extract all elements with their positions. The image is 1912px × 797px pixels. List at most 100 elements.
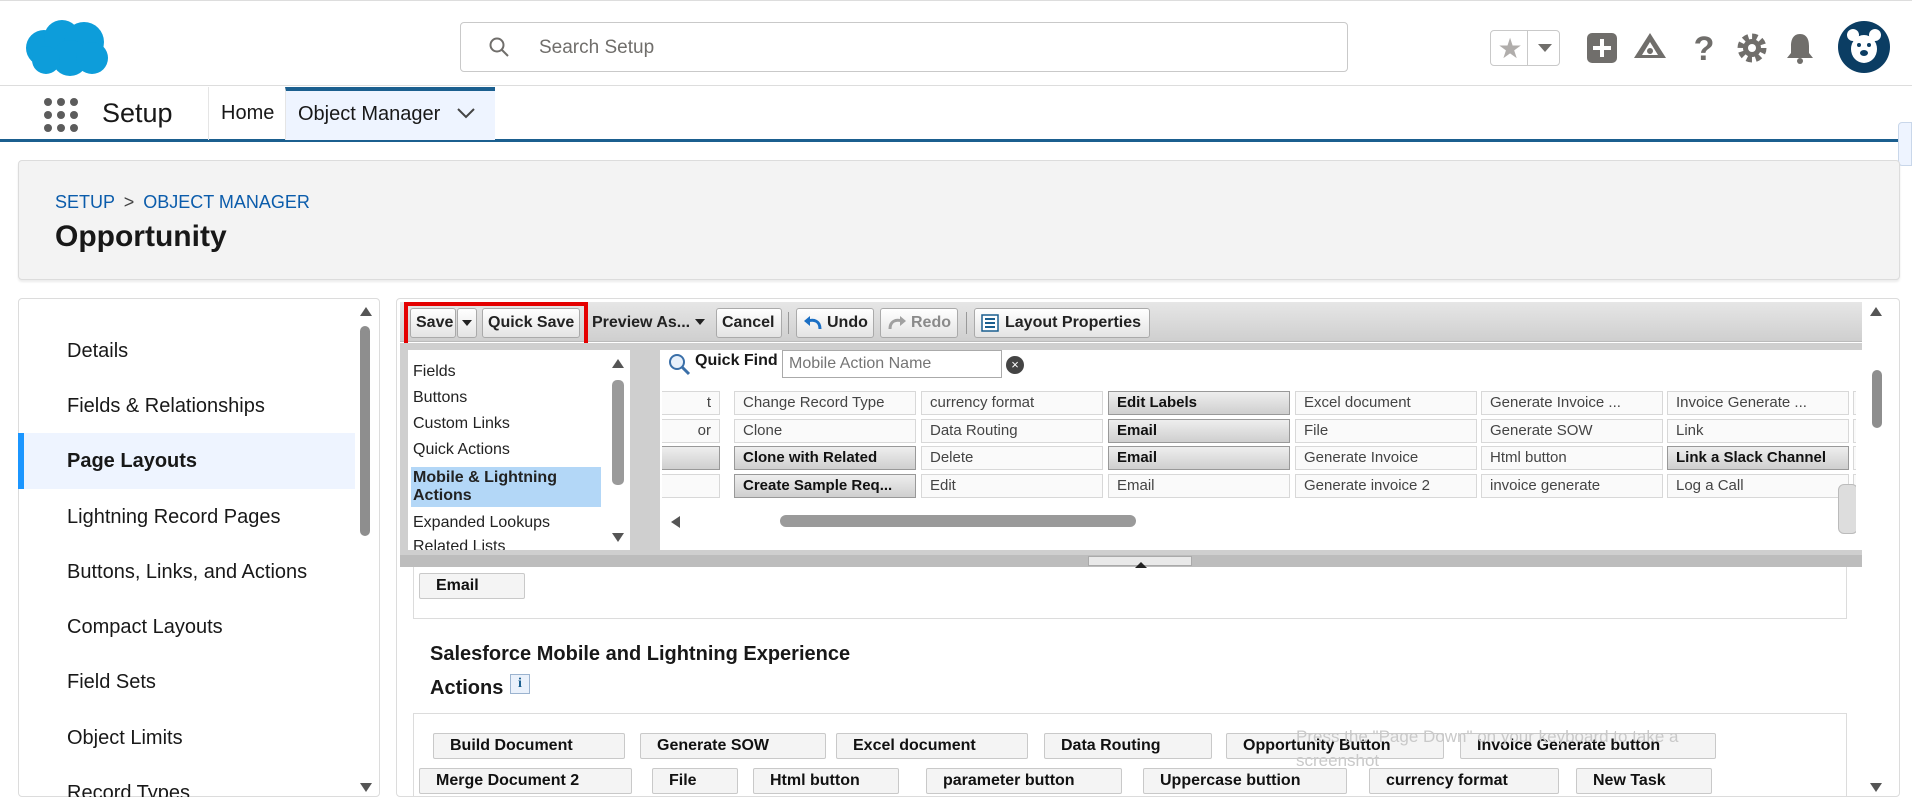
palette-category-expanded-lookups[interactable]: Expanded Lookups (413, 514, 550, 532)
sidebar-item-compact-layouts[interactable]: Compact Layouts (18, 599, 355, 655)
palette-item[interactable]: invoice generate (1481, 473, 1663, 498)
palette-item[interactable]: currency format (921, 391, 1103, 415)
palette-category-quick-actions[interactable]: Quick Actions (413, 441, 510, 459)
section-title: Salesforce Mobile and Lightning Experien… (430, 643, 851, 665)
palette-item[interactable]: Clone (734, 418, 916, 443)
search-setup-input[interactable]: Search Setup (460, 22, 1348, 72)
toolbar-divider (966, 312, 967, 334)
sidebar-scrollbar[interactable] (360, 326, 370, 536)
palette-horizontal-scrollbar[interactable] (780, 515, 1136, 527)
mobile-action-button[interactable]: Html button (753, 768, 899, 794)
main-scrollbar[interactable] (1872, 370, 1882, 428)
category-scrollbar[interactable] (612, 380, 624, 485)
scroll-up-arrow-icon[interactable] (358, 304, 374, 318)
palette-item[interactable]: Email (1108, 418, 1290, 443)
mobile-action-button[interactable]: Merge Document 2 (419, 768, 632, 794)
splitter-handle[interactable] (1088, 556, 1192, 568)
palette-item[interactable]: Create Sample Req... (734, 473, 916, 498)
redo-button[interactable]: Redo (880, 308, 958, 338)
salesforce-logo[interactable] (22, 18, 110, 78)
palette-item[interactable]: Generate Invoice (1295, 446, 1477, 470)
quick-find-input[interactable] (782, 350, 1002, 378)
palette-grid: t Change Record Type currency format Edit L… (662, 391, 1862, 501)
palette-item[interactable]: t (662, 391, 720, 415)
palette-item[interactable]: Invoice Generate ... (1667, 391, 1849, 415)
chevron-down-icon[interactable] (456, 106, 476, 120)
mobile-action-button[interactable]: Generate SOW (640, 733, 826, 759)
mobile-action-button[interactable]: Data Routing (1044, 733, 1212, 759)
tab-object-manager[interactable]: Object Manager (285, 87, 495, 140)
palette-item[interactable]: Excel document (1295, 391, 1477, 415)
mobile-action-button[interactable]: Build Document (433, 733, 625, 759)
preview-as-label: Preview As... (592, 314, 691, 331)
breadcrumb-separator: > (123, 192, 135, 212)
palette-item[interactable]: Generate invoice 2 (1295, 473, 1477, 498)
quick-find-label: Quick Find (695, 352, 778, 369)
mobile-action-button[interactable]: File (652, 768, 738, 794)
scroll-down-arrow-icon[interactable] (1868, 780, 1884, 794)
scroll-down-arrow-icon[interactable] (610, 530, 626, 544)
palette-item[interactable]: Edit (921, 473, 1103, 498)
palette-item[interactable] (662, 446, 720, 470)
sidebar-item-object-limits[interactable]: Object Limits (18, 710, 355, 766)
palette-item[interactable]: Change Record Type (734, 391, 916, 415)
sidebar-item-buttons-links-actions[interactable]: Buttons, Links, and Actions (18, 544, 355, 600)
palette-category-custom-links[interactable]: Custom Links (413, 415, 510, 433)
palette-scroll-right-handle[interactable] (1838, 484, 1858, 534)
sidebar-item-page-layouts[interactable]: Page Layouts (18, 433, 355, 489)
side-panel-handle[interactable] (1898, 122, 1912, 166)
mobile-action-button[interactable]: Excel document (836, 733, 1028, 759)
palette-item[interactable]: Link (1667, 418, 1849, 443)
palette-item[interactable]: File (1295, 418, 1477, 443)
clear-quick-find-icon[interactable]: × (1006, 356, 1024, 374)
undo-button[interactable]: Undo (796, 308, 874, 338)
palette-category-mobile-lightning-actions[interactable]: Mobile & Lightning Actions (411, 467, 601, 507)
user-avatar[interactable] (1838, 21, 1890, 73)
breadcrumb-object-manager[interactable]: OBJECT MANAGER (143, 192, 310, 212)
layout-button-email[interactable]: Email (419, 573, 525, 599)
palette-category-fields[interactable]: Fields (413, 363, 456, 381)
global-actions-icon[interactable] (1582, 28, 1622, 68)
trailhead-icon[interactable] (1630, 28, 1670, 68)
mobile-action-button[interactable]: parameter button (926, 768, 1122, 794)
cancel-button[interactable]: Cancel (716, 308, 782, 338)
favorites-control[interactable]: ★ (1490, 30, 1560, 66)
preview-as-button[interactable]: Preview As... (586, 308, 710, 338)
palette-item[interactable]: Generate SOW (1481, 418, 1663, 443)
notifications-bell-icon[interactable] (1780, 28, 1820, 68)
palette-item[interactable]: Email (1108, 446, 1290, 470)
layout-properties-button[interactable]: Layout Properties (974, 308, 1150, 338)
info-icon[interactable]: i (510, 674, 530, 694)
scroll-up-arrow-icon[interactable] (610, 356, 626, 370)
palette-item[interactable]: Delete (921, 446, 1103, 470)
app-launcher-icon[interactable] (44, 98, 78, 132)
help-icon[interactable]: ? (1684, 28, 1724, 68)
palette-item[interactable]: Link a Slack Channel (1667, 446, 1849, 470)
tab-home[interactable]: Home (208, 87, 286, 140)
scroll-left-arrow-icon[interactable] (668, 514, 682, 530)
palette-item[interactable] (662, 473, 720, 498)
breadcrumb-setup[interactable]: SETUP (55, 192, 115, 212)
palette-item[interactable]: Clone with Related (734, 446, 916, 470)
palette-category-buttons[interactable]: Buttons (413, 389, 467, 407)
sidebar-item-lightning-record-pages[interactable]: Lightning Record Pages (18, 489, 355, 545)
screenshot-hint-overlay: Press the "Page Down" on your keyboard t… (1296, 727, 1679, 770)
palette-item[interactable]: Html button (1481, 446, 1663, 470)
star-icon[interactable]: ★ (1495, 34, 1525, 64)
sidebar-item-field-sets[interactable]: Field Sets (18, 654, 355, 710)
sidebar-item-record-types[interactable]: Record Types (18, 765, 355, 797)
palette-item[interactable]: or (662, 418, 720, 443)
palette-item[interactable]: Log a Call (1667, 473, 1849, 498)
palette-item[interactable]: Data Routing (921, 418, 1103, 443)
favorites-dropdown[interactable] (1527, 31, 1560, 65)
palette-category-related-lists[interactable]: Related Lists (413, 538, 506, 550)
highlight-annotation (404, 302, 588, 347)
scroll-down-arrow-icon[interactable] (358, 780, 374, 794)
scroll-up-arrow-icon[interactable] (1868, 304, 1884, 318)
gear-icon[interactable] (1732, 28, 1772, 68)
sidebar-item-details[interactable]: Details (18, 323, 355, 379)
palette-item[interactable]: Edit Labels (1108, 391, 1290, 415)
palette-item[interactable]: Email (1108, 473, 1290, 498)
sidebar-item-fields-relationships[interactable]: Fields & Relationships (18, 378, 355, 434)
palette-item[interactable]: Generate Invoice ... (1481, 391, 1663, 415)
